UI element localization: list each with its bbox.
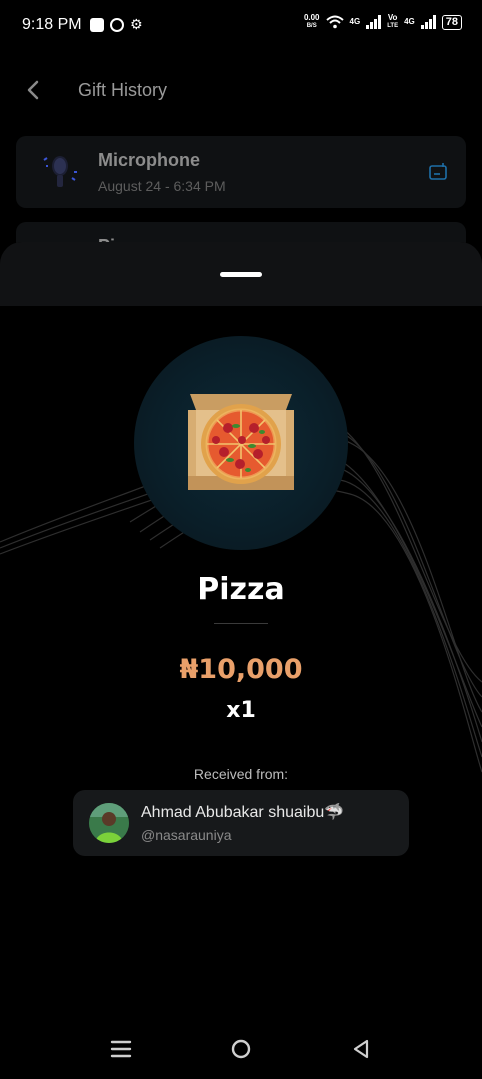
volte-badge: Vo LTE <box>387 14 398 30</box>
network-type-2: 4G <box>404 17 415 26</box>
status-time: 9:18 PM <box>22 16 82 33</box>
drag-handle[interactable] <box>220 272 262 277</box>
back-triangle-icon[interactable] <box>347 1036 375 1062</box>
back-button[interactable] <box>24 78 44 102</box>
recent-apps-icon[interactable] <box>107 1036 135 1062</box>
gift-detail-sheet: Pizza ₦10,000 x1 Received from: Ahmad Ab… <box>0 242 482 1079</box>
signal-icon-1 <box>366 15 382 29</box>
gift-price: ₦10,000 <box>179 654 303 685</box>
gift-name: Microphone <box>98 150 200 170</box>
gift-quantity: x1 <box>226 698 256 723</box>
wifi-icon <box>325 15 344 29</box>
page-header: Gift History <box>0 70 482 114</box>
page-title: Gift History <box>78 80 168 100</box>
sender-card[interactable]: Ahmad Abubakar shuaibu🦈 @nasarauniya <box>73 790 409 856</box>
battery-icon: 78 <box>441 14 462 30</box>
gift-title: Pizza <box>197 572 285 607</box>
received-from-label: Received from: <box>193 766 289 782</box>
sender-name: Ahmad Abubakar shuaibu🦈 <box>141 804 345 821</box>
sender-handle: @nasarauniya <box>141 827 232 843</box>
system-status-icons: 0.00 B/S 4G Vo LTE 4G 78 <box>304 14 462 30</box>
system-nav-bar <box>0 1020 482 1079</box>
volte-top: Vo <box>387 13 398 22</box>
microphone-icon <box>43 156 77 187</box>
status-bar: 9:18 PM ⚙ 0.00 B/S 4G Vo LTE 4G 78 <box>0 0 482 54</box>
volte-bottom: LTE <box>387 23 399 29</box>
receipt-icon[interactable] <box>428 162 448 182</box>
signal-icon-2 <box>420 15 436 29</box>
pizza-icon <box>188 394 294 490</box>
app-notification-icon <box>90 18 104 32</box>
title-divider <box>214 623 268 624</box>
net-speed: 0.00 B/S <box>304 14 320 30</box>
notification-icons: ⚙ <box>90 18 144 32</box>
gift-history-item[interactable]: Microphone August 24 - 6:34 PM <box>16 136 466 208</box>
avatar-image <box>89 803 129 843</box>
settings-gear-icon: ⚙ <box>130 17 143 33</box>
avatar[interactable] <box>89 803 129 843</box>
sheet-header <box>0 242 482 306</box>
net-speed-unit: B/S <box>306 23 317 29</box>
network-type-1: 4G <box>349 17 361 26</box>
home-icon[interactable] <box>227 1036 255 1062</box>
gift-date: August 24 - 6:34 PM <box>98 178 226 194</box>
chevron-left-icon <box>27 80 39 100</box>
net-speed-value: 0.00 <box>303 13 320 22</box>
whatsapp-icon <box>110 18 124 32</box>
